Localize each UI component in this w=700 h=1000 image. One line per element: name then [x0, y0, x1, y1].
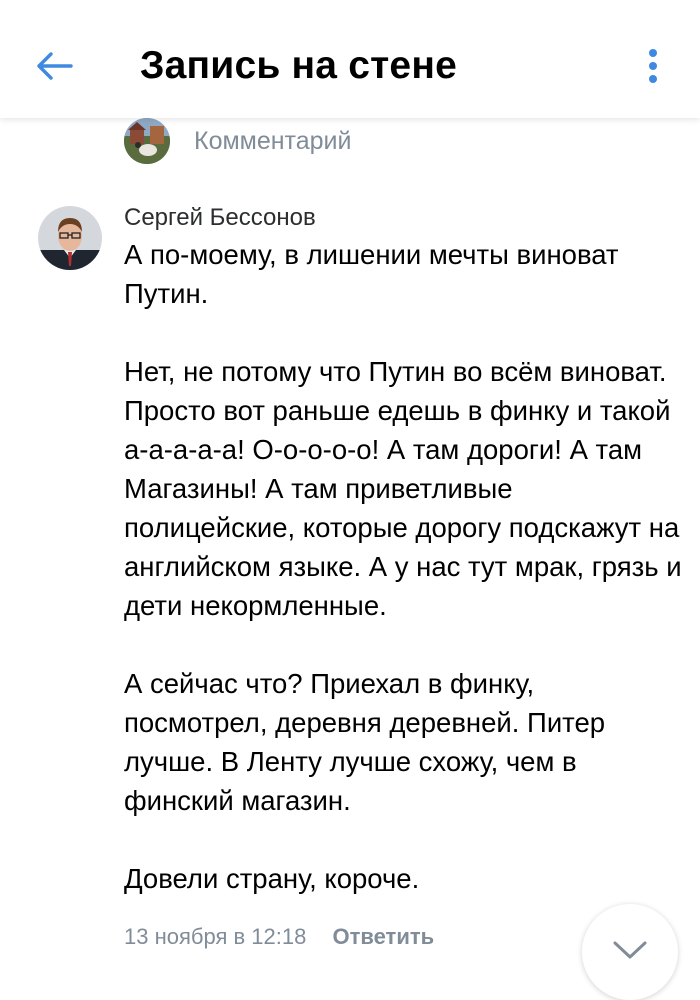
comment-text: А по-моему, в лишении мечты виноват Пути…	[124, 235, 684, 898]
more-vertical-icon	[649, 49, 657, 83]
arrow-left-icon	[37, 52, 73, 80]
comment-meta: 13 ноября в 12:18 Ответить	[124, 922, 434, 952]
comment-paragraph: Нет, не потому что Путин во всём виноват…	[124, 356, 682, 621]
reference-label: Комментарий	[194, 127, 352, 155]
comment-author[interactable]: Сергей Бессонов	[124, 202, 316, 234]
comment-paragraph: А сейчас что? Приехал в финку, посмотрел…	[124, 668, 606, 816]
avatar[interactable]	[38, 206, 102, 270]
scroll-down-button[interactable]	[582, 904, 678, 1000]
reply-button[interactable]: Ответить	[332, 924, 434, 949]
more-options-button[interactable]	[632, 40, 674, 92]
app-header: Запись на стене	[0, 0, 700, 118]
page-title: Запись на стене	[140, 44, 457, 87]
comment-paragraph: А по-моему, в лишении мечты виноват Пути…	[124, 239, 619, 309]
reference-avatar	[124, 118, 170, 164]
comment-paragraph: Довели страну, короче.	[124, 863, 420, 894]
back-button[interactable]	[26, 38, 82, 94]
comment-date: 13 ноября в 12:18	[124, 924, 307, 949]
reference-comment[interactable]: Комментарий	[124, 118, 684, 164]
chevron-down-icon	[613, 941, 647, 959]
